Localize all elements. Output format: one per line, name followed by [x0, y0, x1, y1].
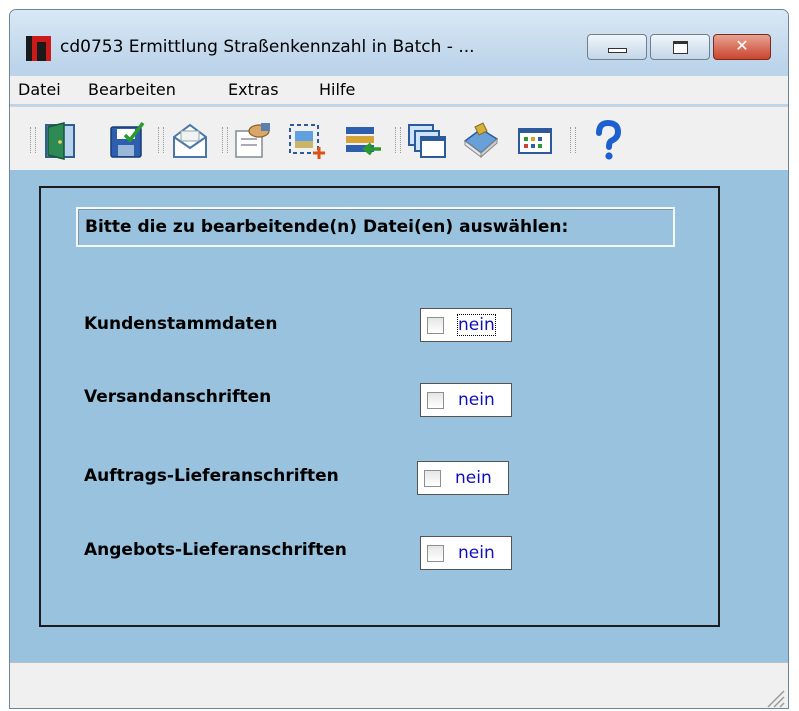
checkbox-value: nein	[455, 468, 492, 488]
import-list-icon[interactable]	[343, 119, 383, 161]
minimize-icon	[608, 48, 627, 53]
status-bar	[10, 662, 788, 709]
label-auftrags-lieferanschriften: Auftrags-Lieferanschriften	[84, 466, 339, 486]
checkbox-value: nein	[457, 314, 496, 336]
toolbar	[10, 106, 788, 171]
exit-door-icon[interactable]	[42, 119, 82, 161]
toolbar-separator	[222, 127, 228, 153]
checkbox-angebots-lieferanschriften[interactable]: nein	[420, 536, 512, 570]
close-icon: ✕	[735, 36, 749, 55]
checkbox-versandanschriften[interactable]: nein	[420, 383, 512, 417]
save-icon[interactable]	[107, 119, 147, 161]
title-bar[interactable]: cd0753 Ermittlung Straßenkennzahl in Bat…	[10, 10, 788, 68]
checkbox-square[interactable]	[427, 392, 444, 409]
client-area: Bitte die zu bearbeitende(n) Datei(en) a…	[10, 170, 788, 662]
toolbar-separator	[570, 127, 576, 153]
panel-heading: Bitte die zu bearbeitende(n) Datei(en) a…	[85, 217, 569, 237]
label-angebots-lieferanschriften: Angebots-Lieferanschriften	[84, 540, 347, 560]
menu-datei[interactable]: Datei	[18, 80, 61, 99]
mail-icon[interactable]	[170, 119, 210, 161]
checkbox-square[interactable]	[424, 470, 441, 487]
maximize-icon	[673, 41, 688, 54]
menu-hilfe[interactable]: Hilfe	[319, 80, 355, 99]
app-window: cd0753 Ermittlung Straßenkennzahl in Bat…	[9, 9, 789, 709]
checkbox-value: nein	[458, 543, 495, 563]
toolbar-separator	[395, 127, 401, 153]
window-title: cd0753 Ermittlung Straßenkennzahl in Bat…	[60, 37, 475, 57]
close-button[interactable]: ✕	[713, 34, 771, 60]
book-icon[interactable]	[461, 119, 501, 161]
label-versandanschriften: Versandanschriften	[84, 387, 272, 407]
label-kundenstammdaten: Kundenstammdaten	[84, 314, 278, 334]
add-selection-icon[interactable]	[288, 119, 328, 161]
checkbox-square[interactable]	[427, 317, 444, 334]
menu-bar: Datei Bearbeiten Extras Hilfe	[10, 76, 788, 104]
grid-view-icon[interactable]	[516, 119, 556, 161]
minimize-button[interactable]	[587, 34, 647, 60]
file-selection-panel: Bitte die zu bearbeitende(n) Datei(en) a…	[39, 186, 720, 627]
app-icon[interactable]	[26, 36, 51, 61]
edit-hand-icon[interactable]	[233, 119, 273, 161]
help-icon[interactable]	[588, 119, 628, 161]
resize-grip-icon[interactable]	[762, 685, 786, 709]
checkbox-square[interactable]	[427, 545, 444, 562]
checkbox-value: nein	[458, 390, 495, 410]
toolbar-grip[interactable]	[30, 127, 36, 153]
checkbox-kundenstammdaten[interactable]: nein	[420, 308, 512, 342]
checkbox-auftrags-lieferanschriften[interactable]: nein	[417, 461, 509, 495]
heading-box: Bitte die zu bearbeitende(n) Datei(en) a…	[76, 207, 675, 247]
windows-icon[interactable]	[407, 119, 447, 161]
menu-bearbeiten[interactable]: Bearbeiten	[88, 80, 176, 99]
maximize-button[interactable]	[650, 34, 710, 60]
toolbar-separator	[158, 127, 164, 153]
menu-extras[interactable]: Extras	[228, 80, 279, 99]
